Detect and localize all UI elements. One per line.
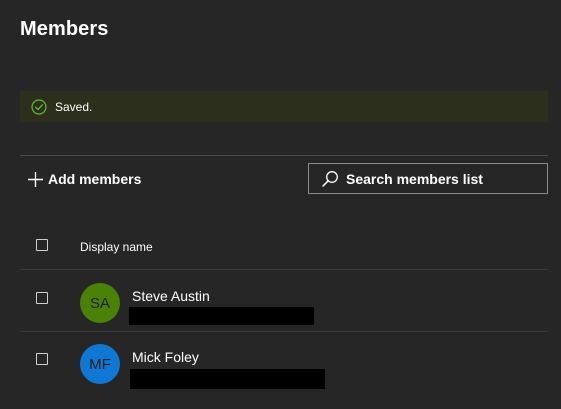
search-placeholder: Search members list: [346, 170, 483, 187]
row-checkbox-mick-foley[interactable]: [36, 353, 48, 365]
add-members-button[interactable]: Add members: [27, 168, 141, 190]
avatar-initials: MF: [89, 355, 111, 373]
plus-icon: [27, 171, 44, 188]
search-icon: [321, 170, 339, 188]
avatar-initials: SA: [89, 294, 110, 312]
member-name-steve-austin[interactable]: Steve Austin: [132, 288, 210, 304]
row-checkbox-steve-austin[interactable]: [36, 292, 48, 304]
column-header-display-name[interactable]: Display name: [80, 240, 153, 254]
banner-text: Saved.: [55, 99, 93, 114]
avatar: SA: [80, 283, 120, 323]
avatar: MF: [80, 344, 120, 384]
redacted-detail: [129, 307, 314, 325]
toolbar-divider: [20, 155, 548, 156]
header-divider: [20, 269, 548, 270]
check-circle-icon: [31, 98, 47, 115]
redacted-detail: [130, 369, 325, 389]
saved-banner: Saved.: [20, 91, 548, 122]
select-all-checkbox[interactable]: [36, 239, 48, 251]
search-members-input[interactable]: Search members list: [308, 163, 548, 194]
row-divider: [20, 331, 548, 332]
add-members-label: Add members: [48, 171, 142, 187]
page-title: Members: [20, 18, 109, 40]
member-name-mick-foley[interactable]: Mick Foley: [132, 349, 199, 365]
